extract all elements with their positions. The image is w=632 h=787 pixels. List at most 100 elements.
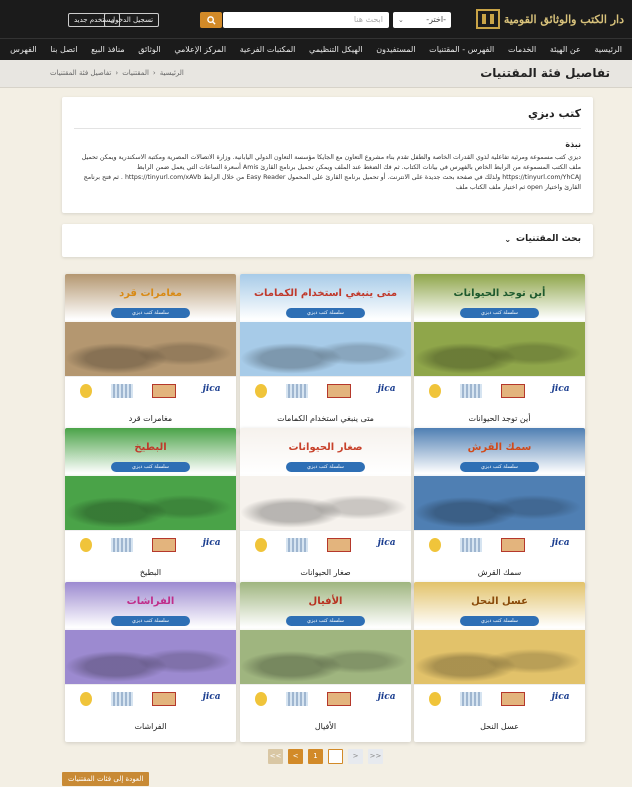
book-cover-image[interactable]: سمك القرش سلسلة كتب ديزي jica — [414, 428, 585, 558]
nav-item-org-structure[interactable]: الهيكل التنظيمي — [309, 45, 363, 54]
register-button[interactable]: مستخدم جديد — [68, 13, 121, 27]
nav-item-contact[interactable]: اتصل بنا — [50, 45, 77, 54]
sponsor-logos: jica — [65, 530, 236, 558]
book-cover-title: صغار الحيوانات — [288, 442, 363, 453]
search-category-select[interactable]: -اختر- ⌄ — [393, 12, 451, 28]
nav-item-services[interactable]: الخدمات — [508, 45, 536, 54]
search-input[interactable]: ابحث هنا — [223, 12, 389, 28]
seal-logo — [429, 691, 442, 706]
book-cover-series: سلسلة كتب ديزي — [460, 616, 539, 626]
book-cover-image[interactable]: البطيخ سلسلة كتب ديزي jica — [65, 428, 236, 558]
book-cover-title: عسل النحل — [471, 596, 528, 607]
book-cover-series: سلسلة كتب ديزي — [286, 308, 365, 318]
book-card[interactable]: عسل النحل سلسلة كتب ديزي jica عسل النحل — [414, 582, 585, 742]
library-logo — [500, 537, 525, 552]
book-card[interactable]: مغامرات قرد سلسلة كتب ديزي jica مغامرات قرد — [65, 274, 236, 434]
library-logo — [151, 537, 176, 552]
seal-logo — [80, 537, 93, 552]
ministry-logo — [460, 537, 483, 552]
search-holdings-toggle[interactable]: بحث المقتنيات ⌄ — [62, 224, 593, 257]
book-cover-series: سلسلة كتب ديزي — [286, 462, 365, 472]
book-cover-illustration — [414, 322, 585, 374]
nav-item-catalog[interactable]: الفهرس — [10, 45, 37, 54]
book-title[interactable]: عسل النحل — [414, 712, 585, 742]
breadcrumb-separator: ‹ — [115, 69, 119, 77]
logo-icon — [475, 9, 500, 29]
jica-logo: jica — [377, 383, 396, 394]
nav-item-beneficiaries[interactable]: المستفيدون — [376, 45, 415, 54]
book-title[interactable]: الأفيال — [240, 712, 411, 742]
nav-item-branch-libraries[interactable]: المكتبات الفرعية — [240, 45, 296, 54]
book-cover-image[interactable]: مغامرات قرد سلسلة كتب ديزي jica — [65, 274, 236, 404]
breadcrumb-home[interactable]: الرئيسية — [160, 69, 184, 77]
pagination-page-current[interactable] — [328, 749, 343, 764]
book-cover-image[interactable]: أين توجد الحيوانات سلسلة كتب ديزي jica — [414, 274, 585, 404]
pagination-first[interactable]: << — [268, 749, 283, 764]
nav-item-about[interactable]: عن الهيئة — [550, 45, 581, 54]
ministry-logo — [286, 691, 309, 706]
jica-logo: jica — [377, 537, 396, 548]
book-card[interactable]: أين توجد الحيوانات سلسلة كتب ديزي jica أين … — [414, 274, 585, 434]
sponsor-logos: jica — [240, 376, 411, 404]
book-cover-image[interactable]: صغار الحيوانات سلسلة كتب ديزي jica — [240, 428, 411, 558]
category-title: كتب ديزي — [527, 107, 581, 120]
book-cover-image[interactable]: متى ينبغي استخدام الكمامات سلسلة كتب ديزي… — [240, 274, 411, 404]
book-card[interactable]: متى ينبغي استخدام الكمامات سلسلة كتب ديزي… — [240, 274, 411, 434]
book-card[interactable]: الأفيال سلسلة كتب ديزي jica الأفيال — [240, 582, 411, 742]
jica-logo: jica — [377, 691, 396, 702]
breadcrumb-current: تفاصيل فئة المقتنيات — [50, 69, 112, 77]
book-cover-series: سلسلة كتب ديزي — [111, 616, 190, 626]
seal-logo — [255, 537, 268, 552]
nav-item-documents[interactable]: الوثائق — [138, 45, 160, 54]
search-holdings-label: بحث المقتنيات ⌄ — [504, 234, 581, 244]
book-card[interactable]: صغار الحيوانات سلسلة كتب ديزي jica صغار الح… — [240, 428, 411, 588]
seal-logo — [429, 383, 442, 398]
library-logo — [151, 691, 176, 706]
book-cover-illustration — [65, 322, 236, 374]
book-cover-series: سلسلة كتب ديزي — [111, 462, 190, 472]
jica-logo: jica — [202, 383, 221, 394]
book-card[interactable]: سمك القرش سلسلة كتب ديزي jica سمك القرش — [414, 428, 585, 588]
pagination-page-1[interactable]: 1 — [308, 749, 323, 764]
top-bar: دار الكتب والوثائق القومية -اختر- ⌄ ابحث… — [0, 0, 632, 38]
sponsor-logos: jica — [240, 684, 411, 712]
library-logo — [151, 383, 176, 398]
book-cover-illustration — [414, 630, 585, 682]
ministry-logo — [460, 383, 483, 398]
breadcrumb: الرئيسية ‹ المقتنيات ‹ تفاصيل فئة المقتن… — [50, 69, 184, 77]
pagination-next[interactable]: > — [348, 749, 363, 764]
nav-item-sales-outlets[interactable]: منافذ البيع — [91, 45, 124, 54]
search-button[interactable] — [200, 12, 222, 28]
summary-text: ديزي كتب مسموعة ومرئية تفاعلية لذوي القد… — [81, 154, 581, 191]
jica-logo: jica — [551, 383, 570, 394]
book-cover-image[interactable]: الفراشات سلسلة كتب ديزي jica — [65, 582, 236, 712]
book-title[interactable]: الفراشات — [65, 712, 236, 742]
book-cover-title: البطيخ — [134, 442, 167, 453]
book-cover-image[interactable]: عسل النحل سلسلة كتب ديزي jica — [414, 582, 585, 712]
book-cover-illustration — [65, 476, 236, 528]
book-card[interactable]: البطيخ سلسلة كتب ديزي jica البطيخ — [65, 428, 236, 588]
ministry-logo — [286, 537, 309, 552]
jica-logo: jica — [202, 691, 221, 702]
chevron-down-icon: ⌄ — [398, 16, 404, 24]
book-cover-title: سمك القرش — [467, 442, 532, 453]
breadcrumb-holdings[interactable]: المقتنيات — [122, 69, 149, 77]
back-to-categories-button[interactable]: العودة إلى فئات المقتنيات — [62, 772, 150, 786]
book-card[interactable]: الفراشات سلسلة كتب ديزي jica الفراشات — [65, 582, 236, 742]
nav-item-catalog-holdings[interactable]: الفهرس - المقتنيات — [429, 45, 494, 54]
library-logo — [500, 691, 525, 706]
sponsor-logos: jica — [65, 376, 236, 404]
pagination-last[interactable]: >> — [368, 749, 383, 764]
library-logo — [326, 691, 351, 706]
sponsor-logos: jica — [240, 530, 411, 558]
pagination-previous[interactable]: < — [288, 749, 303, 764]
page-title: تفاصيل فئة المقتنيات — [480, 66, 610, 80]
sponsor-logos: jica — [414, 376, 585, 404]
site-logo[interactable]: دار الكتب والوثائق القومية — [475, 6, 624, 32]
book-cover-image[interactable]: الأفيال سلسلة كتب ديزي jica — [240, 582, 411, 712]
nav-item-media-center[interactable]: المركز الإعلامي — [174, 45, 226, 54]
nav-item-home[interactable]: الرئيسية — [594, 45, 622, 54]
seal-logo — [255, 691, 268, 706]
library-logo — [500, 383, 525, 398]
seal-logo — [255, 383, 268, 398]
